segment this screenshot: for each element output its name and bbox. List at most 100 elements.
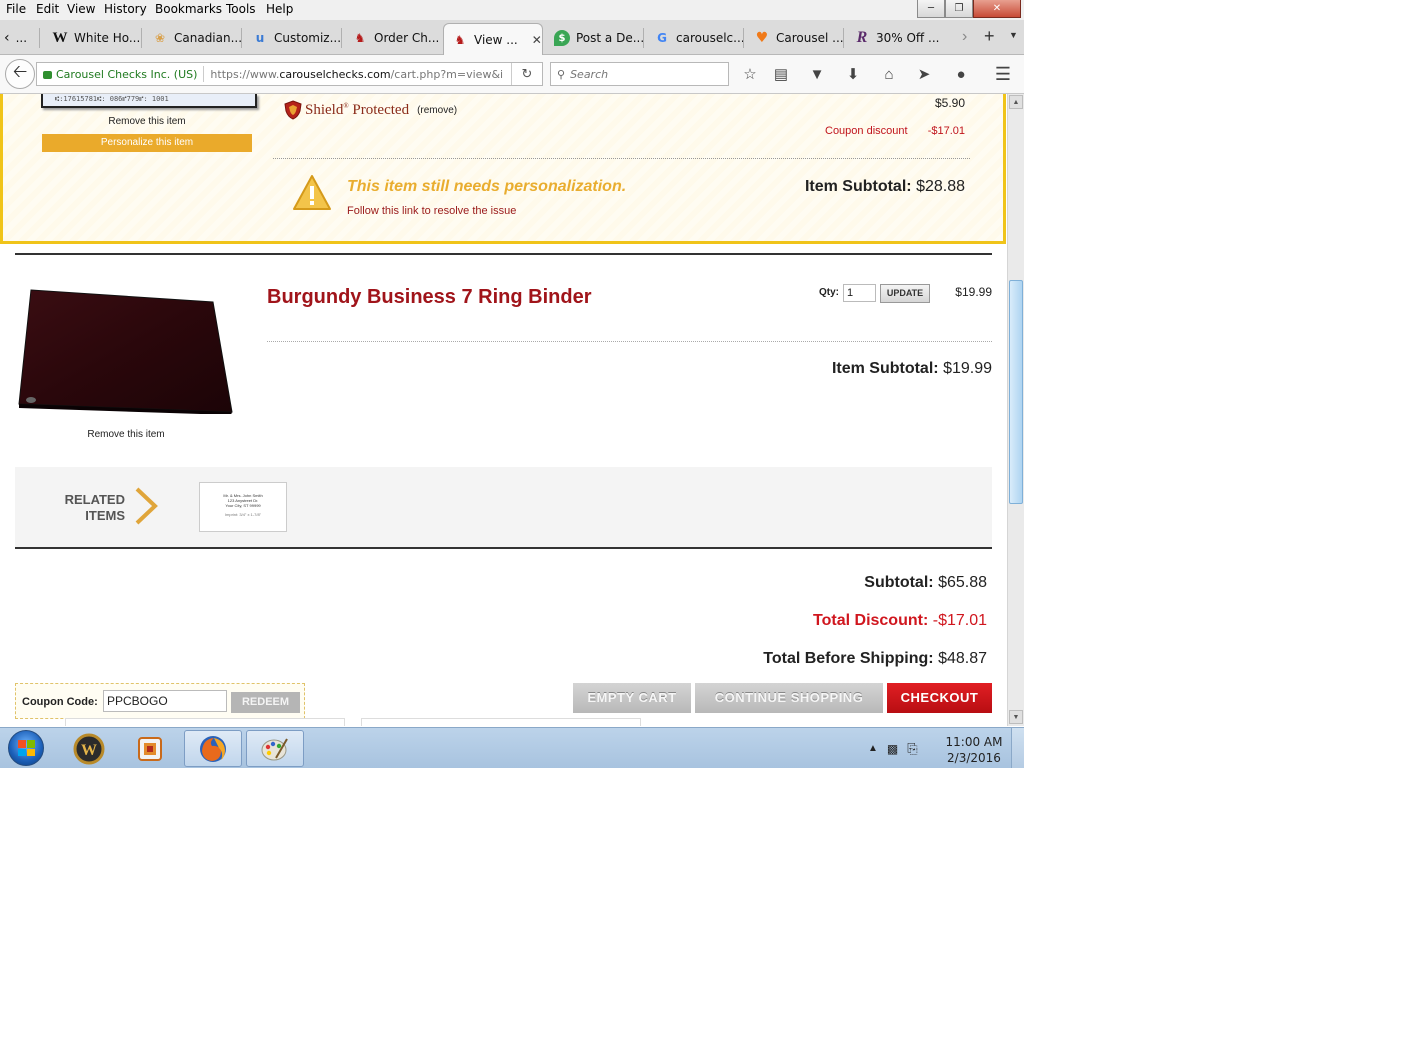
scroll-up-arrow[interactable]: ▲ bbox=[1009, 95, 1023, 109]
firefox-icon bbox=[200, 735, 226, 762]
tab-label: Post a De... bbox=[576, 31, 644, 45]
site-identity[interactable]: Carousel Checks Inc. (US) bbox=[37, 68, 197, 81]
pocket-icon[interactable]: ▼ bbox=[806, 64, 828, 84]
site-identity-label: Carousel Checks Inc. (US) bbox=[56, 67, 198, 81]
tab-view-cart[interactable]: ♞ View ... ✕ bbox=[443, 23, 543, 55]
tab-label: Order Ch... bbox=[374, 31, 440, 45]
total-discount-value: -$17.01 bbox=[932, 612, 987, 629]
chat-icon[interactable]: ● bbox=[950, 64, 972, 84]
taskbar-app-paint[interactable] bbox=[246, 730, 304, 767]
heart-icon: ♥ bbox=[755, 30, 769, 46]
related-item-card[interactable]: Mr. & Mrs. John Smith 123 Anystreet Dr. … bbox=[199, 482, 287, 532]
download-icon[interactable]: ⬇ bbox=[842, 64, 864, 84]
shield-remove-link[interactable]: (remove) bbox=[417, 105, 457, 116]
dotted-divider bbox=[273, 158, 970, 159]
related-items-label: RELATED ITEMS bbox=[55, 492, 125, 524]
menu-help[interactable]: Help bbox=[266, 2, 293, 16]
scroll-down-arrow[interactable]: ▼ bbox=[1009, 710, 1023, 724]
search-input[interactable]: ⚲ Search bbox=[550, 62, 729, 86]
item-subtotal-label: Item Subtotal: bbox=[804, 178, 912, 195]
total-before-shipping-value: $48.87 bbox=[938, 650, 987, 667]
redeem-button[interactable]: REDEEM bbox=[231, 692, 300, 713]
url-text[interactable]: https://www.carouselchecks.com/cart.php?… bbox=[210, 68, 511, 81]
update-button[interactable]: UPDATE bbox=[880, 284, 930, 303]
url-bar[interactable]: Carousel Checks Inc. (US) https://www.ca… bbox=[36, 62, 543, 86]
menu-view[interactable]: View bbox=[67, 2, 95, 16]
show-desktop-button[interactable] bbox=[1011, 728, 1024, 768]
hamburger-menu-icon[interactable]: ☰ bbox=[992, 64, 1014, 84]
quantity-input[interactable] bbox=[843, 284, 876, 302]
wikipedia-icon: W bbox=[52, 29, 68, 46]
tab-carousel[interactable]: ♥ Carousel ... bbox=[746, 24, 844, 52]
tab-30-off[interactable]: R 30% Off ... bbox=[846, 24, 944, 52]
checkout-button[interactable]: CHECKOUT bbox=[887, 683, 992, 713]
close-tab-icon[interactable]: ✕ bbox=[532, 33, 542, 47]
scrollbar-thumb[interactable] bbox=[1009, 280, 1023, 504]
chevron-right-icon bbox=[135, 487, 158, 525]
item2-subtotal: Item Subtotal: $19.99 bbox=[832, 360, 992, 378]
lock-icon bbox=[43, 71, 52, 79]
dollar-icon: $ bbox=[554, 30, 570, 46]
personalize-item-button[interactable]: Personalize this item bbox=[42, 134, 252, 152]
home-icon[interactable]: ⌂ bbox=[878, 64, 900, 84]
new-tab-icon[interactable]: + bbox=[984, 26, 995, 47]
system-tray: ▲ ▩ ⎘ bbox=[868, 728, 918, 768]
search-placeholder: Search bbox=[570, 67, 609, 81]
url-prefix: https://www. bbox=[210, 67, 280, 81]
check-product-image: ⑆:17615781⑆: 086⑈779⑈: 1001 bbox=[41, 94, 257, 108]
empty-cart-button[interactable]: EMPTY CART bbox=[573, 683, 691, 713]
taskbar-app-wow[interactable]: W bbox=[60, 730, 118, 767]
binder-product-image[interactable] bbox=[17, 284, 233, 414]
tab-white-house[interactable]: W White Ho... bbox=[44, 24, 142, 52]
cart-item-checks: ⑆:17615781⑆: 086⑈779⑈: 1001 Remove this … bbox=[0, 94, 1006, 244]
taskbar-app-firefox[interactable] bbox=[184, 730, 242, 767]
window-controls: ─ ❐ ✕ bbox=[917, 0, 1021, 18]
menu-tools[interactable]: Tools bbox=[226, 2, 256, 16]
tab-canadian[interactable]: ❀ Canadian... bbox=[144, 24, 242, 52]
tab-overflow[interactable]: ‹ ... bbox=[0, 24, 40, 52]
menu-file[interactable]: File bbox=[6, 2, 26, 16]
product-title[interactable]: Burgundy Business 7 Ring Binder bbox=[267, 286, 591, 309]
show-hidden-icons-icon[interactable]: ▲ bbox=[868, 743, 878, 754]
continue-shopping-button[interactable]: CONTINUE SHOPPING bbox=[695, 683, 883, 713]
item1-subtotal: Item Subtotal: $28.88 bbox=[805, 178, 965, 196]
paint-icon bbox=[261, 737, 288, 760]
windows-taskbar: W ▲ ▩ ⎘ 11:00 AM 2/3/2016 bbox=[0, 727, 1024, 768]
back-button[interactable]: 🡠 bbox=[5, 59, 35, 89]
coupon-code-input[interactable] bbox=[103, 690, 227, 712]
shield-icon bbox=[284, 100, 302, 120]
tab-order-checks[interactable]: ♞ Order Ch... bbox=[344, 24, 442, 52]
taskbar-app-game[interactable] bbox=[121, 730, 179, 767]
item-subtotal-label: Item Subtotal: bbox=[831, 360, 939, 377]
restore-button[interactable]: ❐ bbox=[945, 0, 973, 18]
menu-history[interactable]: History bbox=[104, 2, 147, 16]
remove-item-link[interactable]: Remove this item bbox=[17, 429, 235, 440]
tab-list-icon[interactable]: ▼ bbox=[1009, 30, 1018, 40]
start-button[interactable] bbox=[8, 730, 44, 766]
menu-bookmarks[interactable]: Bookmarks bbox=[155, 2, 222, 16]
subtotal-value: $65.88 bbox=[938, 574, 987, 591]
close-window-button[interactable]: ✕ bbox=[973, 0, 1021, 18]
resolve-issue-link[interactable]: Follow this link to resolve the issue bbox=[347, 205, 516, 217]
tab-post-a-deal[interactable]: $ Post a De... bbox=[546, 24, 644, 52]
reload-button[interactable]: ↻ bbox=[511, 63, 542, 85]
bookmark-star-icon[interactable]: ☆ bbox=[739, 64, 761, 84]
menu-edit[interactable]: Edit bbox=[36, 2, 59, 16]
send-icon[interactable]: ➤ bbox=[913, 64, 935, 84]
chevron-right-icon[interactable]: › bbox=[962, 28, 967, 46]
menu-bar: File Edit View History Bookmarks Tools H… bbox=[0, 0, 1024, 20]
tab-label: ... bbox=[15, 31, 28, 45]
tab-customize[interactable]: u Customiz... bbox=[244, 24, 342, 52]
minimize-button[interactable]: ─ bbox=[917, 0, 945, 18]
tab-label: View ... bbox=[474, 32, 518, 47]
minimize-icon: ─ bbox=[927, 3, 935, 14]
tab-google-search[interactable]: G carouselc... bbox=[646, 24, 744, 52]
remove-item-link[interactable]: Remove this item bbox=[41, 116, 253, 127]
page-scrollbar[interactable]: ▲ ▼ bbox=[1007, 94, 1024, 726]
power-icon[interactable]: ⎘ bbox=[907, 741, 917, 757]
total-before-shipping-label: Total Before Shipping: bbox=[763, 650, 934, 667]
system-clock[interactable]: 11:00 AM 2/3/2016 bbox=[944, 734, 1004, 766]
restore-icon: ❐ bbox=[954, 3, 964, 14]
network-signal-icon[interactable]: ▩ bbox=[887, 742, 898, 756]
reading-list-icon[interactable]: ▤ bbox=[770, 64, 792, 84]
